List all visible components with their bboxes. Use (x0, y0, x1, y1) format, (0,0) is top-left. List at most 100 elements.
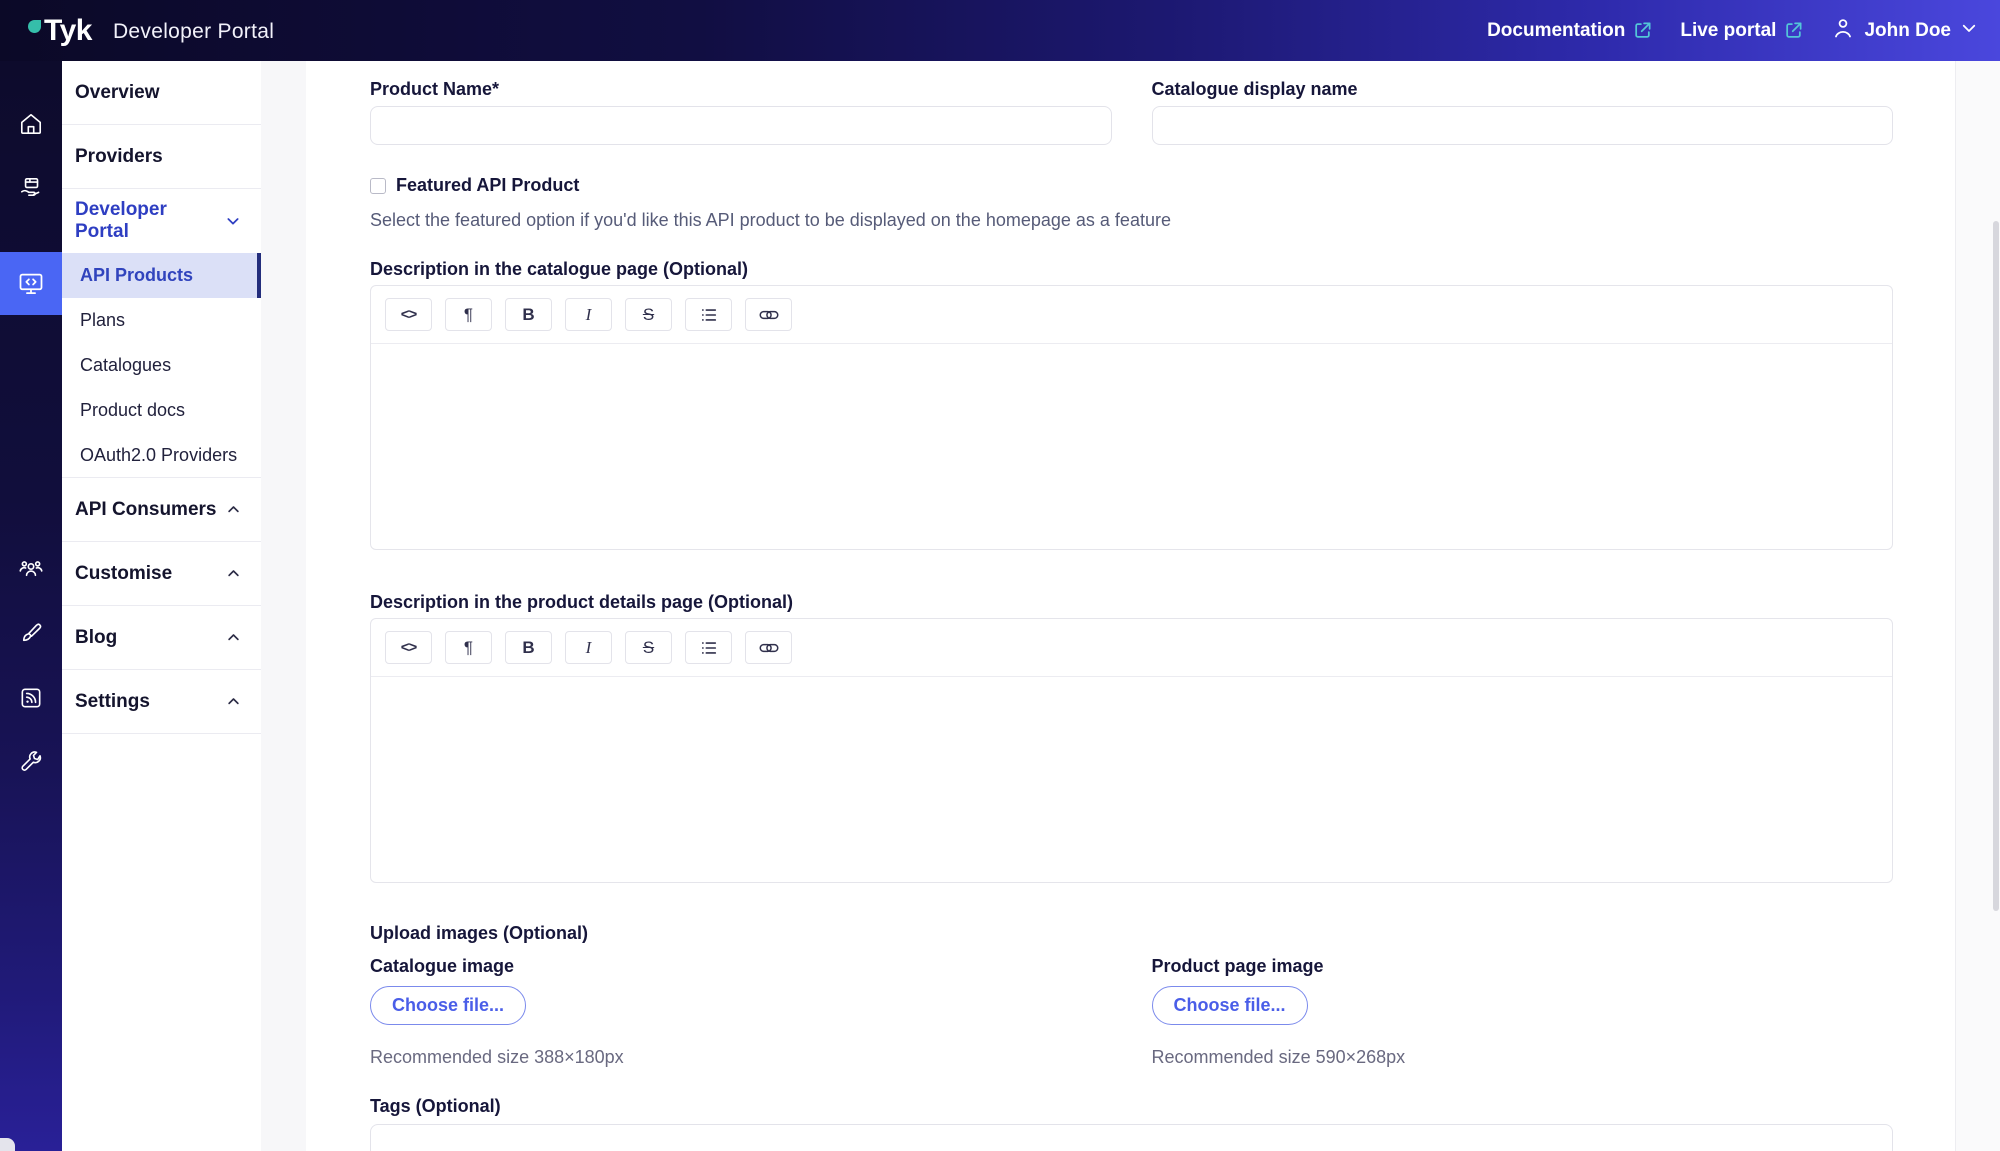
documentation-link[interactable]: Documentation (1487, 20, 1652, 42)
italic-icon: I (586, 638, 592, 658)
product-page-image-size-hint: Recommended size 590×268px (1152, 1047, 1894, 1068)
live-portal-link[interactable]: Live portal (1680, 20, 1803, 42)
strikethrough-icon: S (643, 305, 654, 325)
code-button[interactable]: <> (385, 298, 432, 331)
tags-label: Tags (Optional) (370, 1096, 1893, 1117)
link-icon (759, 638, 779, 658)
scrollbar-thumb[interactable] (1993, 221, 1999, 911)
catalogue-image-group: Catalogue image Choose file... Recommend… (370, 944, 1112, 1068)
sidebar-item-providers[interactable]: Providers (62, 125, 261, 189)
link-icon (759, 305, 779, 325)
product-page-image-choose-file-button[interactable]: Choose file... (1152, 986, 1308, 1025)
sidebar-item-oauth2-providers[interactable]: OAuth2.0 Providers (62, 433, 261, 478)
catalogue-display-name-input[interactable] (1152, 106, 1894, 145)
api-product-form: Product Name* Catalogue display name Fea… (306, 61, 1955, 1151)
editor-toolbar: <> ¶ B I S (371, 286, 1892, 344)
product-name-field-group: Product Name* (370, 79, 1112, 145)
product-name-input[interactable] (370, 106, 1112, 145)
sidebar-item-blog[interactable]: Blog (62, 606, 261, 670)
scrollbar-track[interactable] (1955, 61, 2000, 1151)
bullet-list-button[interactable] (685, 298, 732, 331)
icon-rail (0, 61, 62, 1151)
sidebar-item-label: Blog (75, 627, 117, 649)
sidebar-item-api-consumers[interactable]: API Consumers (62, 478, 261, 542)
sidebar-item-plans[interactable]: Plans (62, 298, 261, 343)
italic-button[interactable]: I (565, 298, 612, 331)
details-description-editor: <> ¶ B I S (370, 618, 1893, 883)
user-menu[interactable]: John Doe (1831, 16, 1978, 46)
featured-label: Featured API Product (396, 175, 579, 196)
sidebar-item-api-products[interactable]: API Products (62, 253, 261, 298)
tyk-logo[interactable]: Tyk (28, 16, 92, 46)
sidebar-item-label: Developer Portal (75, 199, 225, 243)
user-icon (1831, 16, 1855, 46)
catalogue-display-name-field-group: Catalogue display name (1152, 79, 1894, 145)
code-button[interactable]: <> (385, 631, 432, 664)
catalogue-image-label: Catalogue image (370, 956, 1112, 977)
customise-icon[interactable] (0, 603, 62, 665)
sidebar-item-customise[interactable]: Customise (62, 542, 261, 606)
header-actions: Documentation Live portal (1487, 16, 1978, 46)
external-link-icon (1784, 21, 1803, 40)
featured-checkbox[interactable] (370, 178, 386, 194)
product-name-label: Product Name* (370, 79, 1112, 99)
chevron-down-icon (1960, 19, 1978, 43)
catalogue-description-textarea[interactable] (371, 344, 1892, 549)
sidebar-item-product-docs[interactable]: Product docs (62, 388, 261, 433)
blog-icon[interactable] (0, 667, 62, 729)
api-consumers-icon[interactable] (0, 539, 62, 601)
sidebar-item-label: Overview (75, 82, 160, 104)
catalogue-image-size-hint: Recommended size 388×180px (370, 1047, 1112, 1068)
product-page-image-group: Product page image Choose file... Recomm… (1152, 944, 1894, 1068)
sidebar-item-label: Customise (75, 563, 172, 585)
sidebar-item-label: Product docs (80, 400, 185, 421)
sidebar-item-catalogues[interactable]: Catalogues (62, 343, 261, 388)
featured-help-text: Select the featured option if you'd like… (370, 210, 1893, 231)
sidebar-item-settings[interactable]: Settings (62, 670, 261, 734)
sidebar-item-label: Settings (75, 691, 150, 713)
catalogue-image-choose-file-button[interactable]: Choose file... (370, 986, 526, 1025)
featured-checkbox-row: Featured API Product (370, 175, 1893, 196)
app-title: Developer Portal (113, 20, 274, 44)
chevron-up-icon (226, 502, 241, 517)
italic-button[interactable]: I (565, 631, 612, 664)
brand: Tyk Developer Portal (28, 16, 274, 46)
settings-icon[interactable] (0, 731, 62, 793)
details-description-textarea[interactable] (371, 677, 1892, 882)
logo-text: Tyk (44, 16, 92, 46)
bullet-list-icon (700, 639, 718, 657)
chevron-down-icon (225, 213, 241, 229)
paragraph-button[interactable]: ¶ (445, 298, 492, 331)
home-icon[interactable] (0, 93, 62, 155)
sidebar-item-developer-portal[interactable]: Developer Portal (62, 189, 261, 253)
paragraph-button[interactable]: ¶ (445, 631, 492, 664)
bold-icon: B (522, 305, 534, 325)
tags-input[interactable] (370, 1124, 1893, 1151)
paragraph-icon: ¶ (464, 305, 473, 325)
product-page-image-label: Product page image (1152, 956, 1894, 977)
catalogue-description-label: Description in the catalogue page (Optio… (370, 259, 1893, 279)
link-button[interactable] (745, 298, 792, 331)
sidebar-item-label: Catalogues (80, 355, 171, 376)
link-button[interactable] (745, 631, 792, 664)
bold-button[interactable]: B (505, 631, 552, 664)
sidebar-item-label: OAuth2.0 Providers (80, 445, 237, 466)
sidebar-item-label: API Products (80, 265, 193, 286)
editor-toolbar: <> ¶ B I S (371, 619, 1892, 677)
chevron-up-icon (226, 566, 241, 581)
bold-button[interactable]: B (505, 298, 552, 331)
strikethrough-button[interactable]: S (625, 631, 672, 664)
bullet-list-button[interactable] (685, 631, 732, 664)
developer-portal-icon[interactable] (0, 252, 62, 315)
live-portal-label: Live portal (1680, 20, 1776, 42)
content-gutter (261, 61, 306, 1151)
code-icon: <> (401, 306, 417, 323)
sidebar-item-overview[interactable]: Overview (62, 61, 261, 125)
strikethrough-button[interactable]: S (625, 298, 672, 331)
tyk-leaf-icon (28, 20, 41, 33)
providers-icon[interactable] (0, 157, 62, 219)
sidebar-nav: Overview Providers Developer Portal API … (62, 61, 261, 1151)
upload-images-title: Upload images (Optional) (370, 923, 1893, 944)
documentation-label: Documentation (1487, 20, 1625, 42)
user-name: John Doe (1864, 20, 1951, 42)
